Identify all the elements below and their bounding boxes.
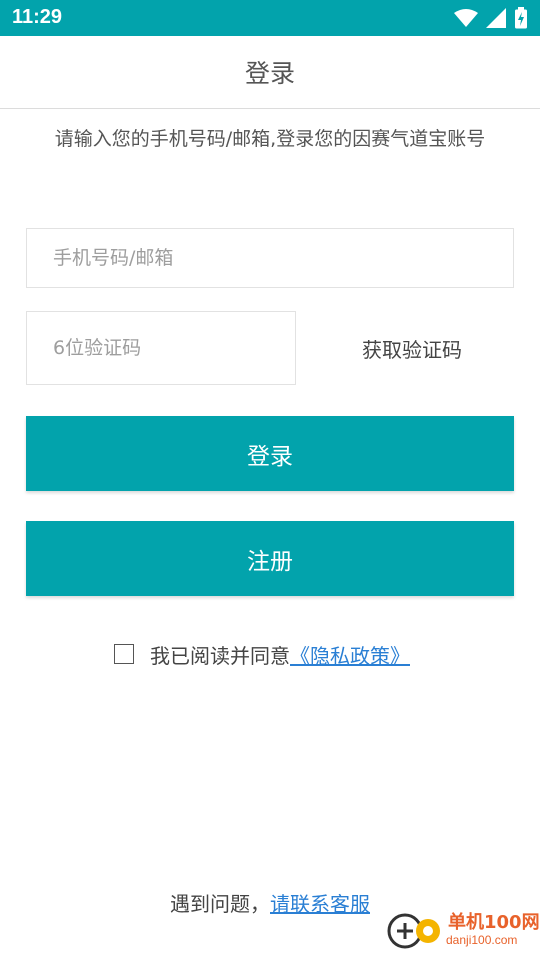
login-button[interactable]: 登录 [26, 416, 514, 491]
wifi-icon [454, 9, 478, 27]
privacy-agreement: 我已阅读并同意 《隐私政策》 [114, 640, 410, 669]
login-instructions: 请输入您的手机号码/邮箱,登录您的因赛气道宝账号 [54, 128, 486, 150]
status-bar: 11:29 [0, 0, 540, 36]
status-time: 11:29 [12, 6, 63, 28]
agree-checkbox[interactable] [114, 644, 134, 664]
agree-text: 我已阅读并同意 [150, 643, 290, 668]
page-title: 登录 [244, 59, 295, 88]
get-code-button[interactable]: 获取验证码 [330, 311, 494, 385]
contact-support-link[interactable]: 请联系客服 [270, 892, 370, 916]
watermark-text: 单机100网 [448, 912, 540, 933]
phone-email-input[interactable] [26, 228, 514, 288]
status-icons [454, 7, 528, 29]
verification-code-input[interactable] [26, 311, 296, 385]
app-header: 登录 [0, 36, 540, 109]
watermark-logo-icon [387, 913, 440, 949]
register-button[interactable]: 注册 [26, 521, 514, 596]
help-text: 遇到问题， [170, 892, 270, 916]
watermark-url: danji100.com [446, 933, 518, 947]
signal-icon [486, 8, 506, 28]
privacy-policy-link[interactable]: 《隐私政策》 [290, 640, 410, 669]
watermark: 单机100网 danji100.com [386, 906, 540, 956]
battery-charging-icon [515, 7, 527, 29]
